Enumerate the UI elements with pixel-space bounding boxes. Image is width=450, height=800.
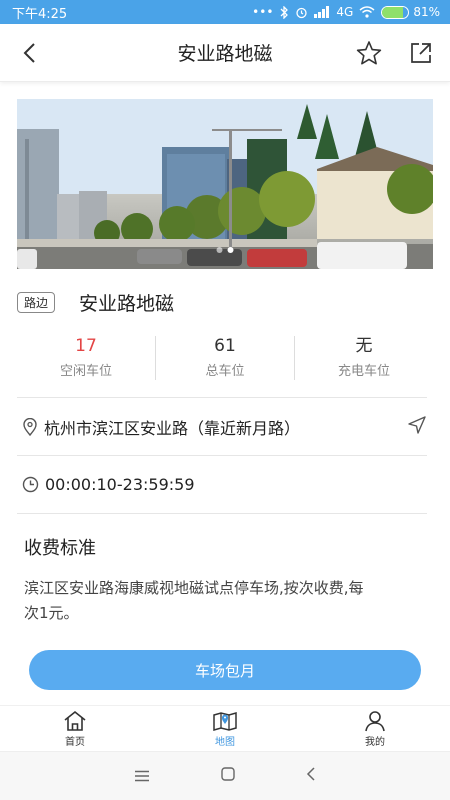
more-dots-icon: ••• [252, 5, 274, 19]
stat-charging-label: 充电车位 [337, 364, 390, 379]
stat-free-label: 空闲车位 [59, 364, 112, 379]
hours-row: 00:00:10-23:59:59 [17, 455, 427, 513]
stat-charging-spaces: 无 充电车位 [295, 336, 433, 380]
battery-icon [381, 5, 410, 19]
street-photo-image [17, 99, 433, 269]
status-icons: ••• 4G 81% [252, 5, 440, 19]
network-type: 4G [336, 5, 354, 19]
stat-free-spaces: 17 空闲车位 [17, 336, 156, 380]
divider [17, 513, 427, 514]
system-nav-bar [0, 751, 450, 800]
menu-icon[interactable] [134, 767, 150, 786]
lot-name: 安业路地磁 [79, 293, 175, 315]
tab-home[interactable]: 首页 [0, 706, 150, 751]
status-time: 下午4:25 [12, 6, 68, 22]
address-text: 杭州市滨江区安业路（靠近新月路） [44, 418, 301, 438]
user-icon [365, 710, 385, 731]
bluetooth-icon [280, 5, 289, 19]
share-icon[interactable] [406, 38, 436, 68]
lot-photo[interactable] [17, 99, 433, 269]
home-icon [64, 710, 86, 731]
lot-name-row: 路边 安业路地磁 [0, 289, 450, 316]
stat-charging-value: 无 [355, 336, 373, 356]
tab-map[interactable]: 地图 [150, 706, 300, 751]
stat-total-value: 61 [214, 336, 236, 356]
star-icon[interactable] [354, 38, 384, 68]
clock-icon [22, 476, 39, 493]
tab-mine-label: 我的 [365, 736, 385, 748]
back-arrow-icon[interactable] [14, 38, 44, 68]
system-back-icon[interactable] [306, 766, 316, 786]
fee-section-title: 收费标准 [24, 538, 96, 559]
battery: 81% [381, 5, 440, 19]
tab-home-label: 首页 [65, 736, 85, 748]
hours-text: 00:00:10-23:59:59 [45, 475, 195, 494]
tab-mine[interactable]: 我的 [300, 706, 450, 751]
parking-stats: 17 空闲车位 61 总车位 无 充电车位 [17, 336, 433, 380]
monthly-pass-button[interactable]: 车场包月 [29, 650, 421, 690]
status-bar: 下午4:25 ••• 4G 81% [0, 0, 450, 24]
bottom-tab-bar: 首页 地图 我的 [0, 705, 450, 751]
fee-description: 滨江区安业路海康威视地磁试点停车场,按次收费,每次1元。 [24, 579, 364, 622]
alarm-icon [296, 7, 308, 18]
map-icon [213, 711, 237, 731]
address-row[interactable]: 杭州市滨江区安业路（靠近新月路） [17, 397, 427, 455]
lot-type-tag: 路边 [17, 292, 56, 313]
navigate-icon[interactable] [407, 415, 427, 439]
stat-total-label: 总车位 [205, 364, 245, 379]
header: 安业路地磁 [0, 24, 450, 82]
stat-total-spaces: 61 总车位 [156, 336, 295, 380]
carousel-dot[interactable] [216, 247, 223, 253]
carousel-dot[interactable] [227, 247, 234, 253]
carousel-dots [216, 247, 234, 253]
battery-text: 81% [413, 5, 440, 19]
tab-map-label: 地图 [215, 736, 235, 748]
home-button-icon[interactable] [220, 766, 236, 786]
wifi-icon [359, 6, 375, 18]
signal-icon [314, 6, 330, 18]
location-pin-icon [23, 417, 37, 436]
stat-free-value: 17 [75, 336, 97, 356]
battery-fill [382, 6, 404, 18]
